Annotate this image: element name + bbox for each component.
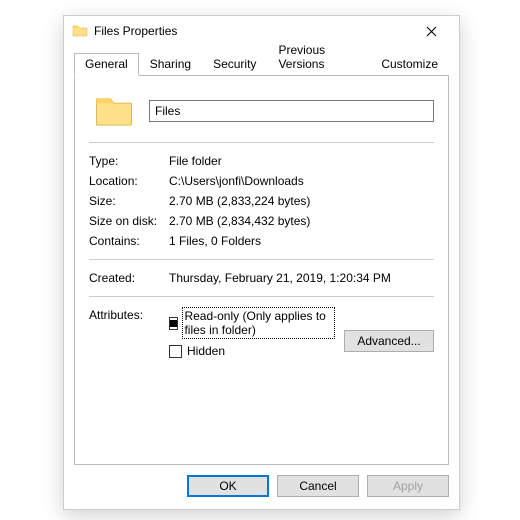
- readonly-label: Read-only (Only applies to files in fold…: [183, 308, 334, 338]
- contains-value: 1 Files, 0 Folders: [169, 234, 434, 248]
- tab-sharing[interactable]: Sharing: [139, 53, 202, 76]
- readonly-checkbox-row[interactable]: Read-only (Only applies to files in fold…: [169, 308, 334, 338]
- properties-dialog: Files Properties General Sharing Securit…: [63, 15, 460, 510]
- tab-strip: General Sharing Security Previous Versio…: [64, 46, 459, 76]
- created-value: Thursday, February 21, 2019, 1:20:34 PM: [169, 271, 434, 285]
- divider: [89, 142, 434, 143]
- location-label: Location:: [89, 174, 169, 188]
- tab-security[interactable]: Security: [202, 53, 267, 76]
- size-on-disk-value: 2.70 MB (2,834,432 bytes): [169, 214, 434, 228]
- window-title: Files Properties: [94, 24, 411, 38]
- folder-name-input[interactable]: [149, 100, 434, 122]
- contains-label: Contains:: [89, 234, 169, 248]
- folder-icon: [72, 23, 88, 39]
- close-button[interactable]: [411, 17, 451, 45]
- tab-previous-versions[interactable]: Previous Versions: [267, 39, 370, 76]
- ok-button[interactable]: OK: [187, 475, 269, 497]
- dialog-buttons: OK Cancel Apply: [64, 475, 459, 509]
- size-value: 2.70 MB (2,833,224 bytes): [169, 194, 434, 208]
- hidden-checkbox-row[interactable]: Hidden: [169, 344, 334, 358]
- divider: [89, 296, 434, 297]
- divider: [89, 259, 434, 260]
- tab-general[interactable]: General: [74, 53, 139, 76]
- titlebar: Files Properties: [64, 16, 459, 46]
- attributes-label: Attributes:: [89, 308, 169, 358]
- readonly-checkbox[interactable]: [169, 317, 178, 330]
- tab-customize[interactable]: Customize: [370, 53, 449, 76]
- apply-button[interactable]: Apply: [367, 475, 449, 497]
- location-value: C:\Users\jonfi\Downloads: [169, 174, 434, 188]
- cancel-button[interactable]: Cancel: [277, 475, 359, 497]
- folder-icon-large: [93, 90, 135, 132]
- close-icon: [426, 26, 437, 37]
- hidden-label: Hidden: [187, 344, 225, 358]
- created-label: Created:: [89, 271, 169, 285]
- size-label: Size:: [89, 194, 169, 208]
- size-on-disk-label: Size on disk:: [89, 214, 169, 228]
- advanced-button[interactable]: Advanced...: [344, 330, 434, 352]
- hidden-checkbox[interactable]: [169, 345, 182, 358]
- tab-panel-general: Type:File folder Location:C:\Users\jonfi…: [74, 76, 449, 465]
- type-label: Type:: [89, 154, 169, 168]
- type-value: File folder: [169, 154, 434, 168]
